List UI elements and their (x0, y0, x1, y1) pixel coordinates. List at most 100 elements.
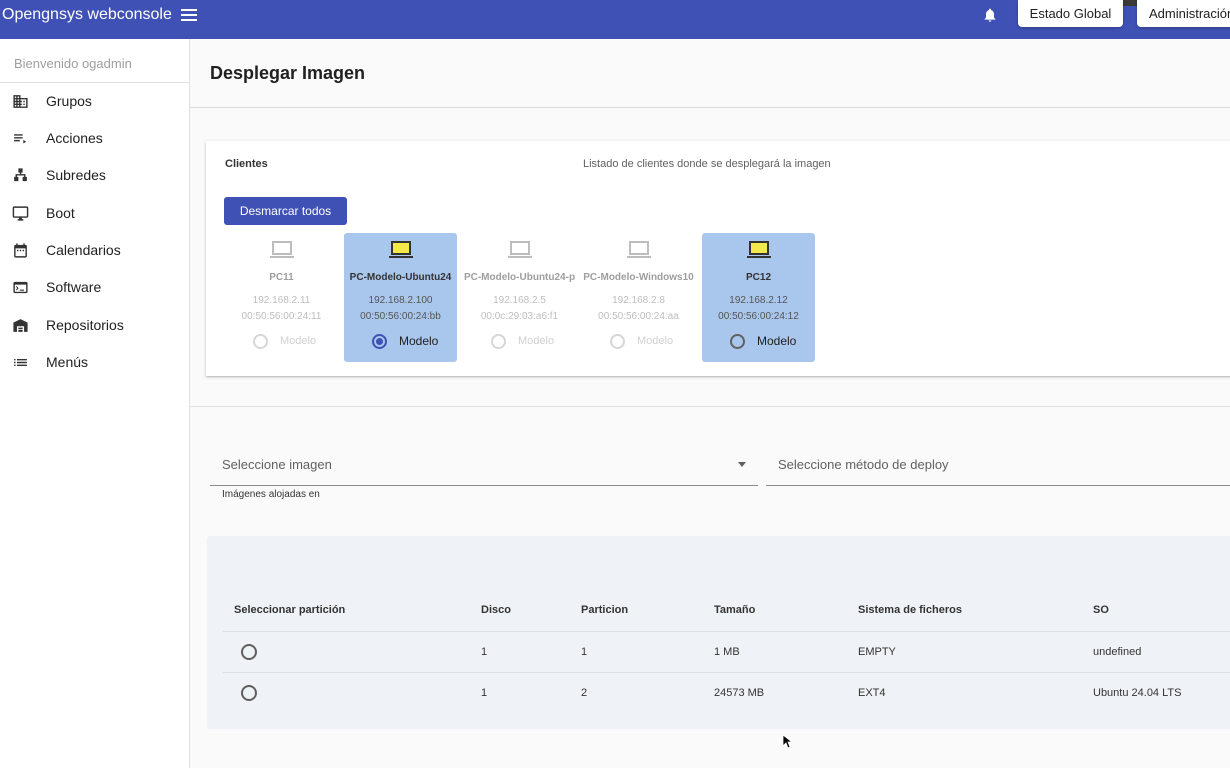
sidebar-item-label: Software (46, 279, 102, 295)
cell-disk: 1 (481, 646, 488, 658)
laptop-icon (270, 241, 294, 258)
divider (223, 631, 1230, 632)
sidebar-item-repositorios[interactable]: Repositorios (0, 310, 189, 340)
client-mac: 00:50:56:00:24:aa (598, 311, 679, 322)
model-radio[interactable] (491, 334, 506, 349)
sidebar-item-label: Repositorios (46, 317, 124, 333)
welcome-text: Bienvenido ogadmin (14, 56, 132, 71)
cell-filesystem: EMPTY (858, 646, 896, 658)
divider (0, 82, 189, 83)
estado-global-button[interactable]: Estado Global (1018, 0, 1123, 27)
client-card-pc-modelo-windows10[interactable]: PC-Modelo-Windows10 192.168.2.8 00:50:56… (582, 233, 695, 362)
partitions-table: Seleccionar partición Disco Particion Ta… (207, 536, 1230, 729)
sidebar-item-label: Calendarios (46, 242, 121, 258)
column-header-filesystem: Sistema de ficheros (858, 604, 962, 616)
client-name: PC-Modelo-Windows10 (583, 272, 694, 283)
client-mac: 00:0c:29:03:a6:f1 (480, 311, 559, 322)
client-name: PC12 (745, 272, 771, 283)
image-select-placeholder: Seleccione imagen (222, 457, 332, 472)
laptop-icon (627, 241, 651, 258)
chevron-down-icon (738, 462, 746, 467)
menu-list-icon (14, 358, 27, 366)
client-card-pc12[interactable]: PC12 192.168.2.12 00:50:56:00:24:12 Mode… (702, 233, 815, 362)
cell-partition: 2 (581, 687, 588, 699)
divider (190, 406, 1230, 407)
client-ip: 192.168.2.100 (368, 295, 433, 306)
notification-bell-icon[interactable] (982, 6, 998, 24)
top-app-bar: Opengnsys webconsole Estado Global Admin… (0, 0, 1230, 39)
model-radio-label: Modelo (280, 335, 317, 347)
column-header-select: Seleccionar partición (234, 604, 346, 616)
cell-filesystem: EXT4 (858, 687, 886, 699)
cell-os: Ubuntu 24.04 LTS (1093, 687, 1182, 699)
model-radio[interactable] (610, 334, 625, 349)
cell-size: 24573 MB (714, 687, 765, 699)
model-radio-label: Modelo (757, 334, 797, 348)
client-ip: 192.168.2.5 (493, 295, 546, 306)
page-title: Desplegar Imagen (210, 63, 366, 83)
hamburger-menu-icon[interactable] (181, 7, 197, 23)
client-ip: 192.168.2.8 (612, 295, 665, 306)
client-ip: 192.168.2.11 (252, 295, 311, 306)
column-header-partition: Particion (581, 604, 629, 616)
sidebar-item-grupos[interactable]: Grupos (0, 86, 189, 116)
terminal-icon (13, 281, 28, 293)
image-hint: Imágenes alojadas en (222, 489, 320, 500)
model-radio-label: Modelo (399, 334, 439, 348)
divider (223, 672, 1230, 673)
sidebar-item-calendarios[interactable]: Calendarios (0, 235, 189, 265)
partition-radio[interactable] (241, 685, 257, 701)
sidebar-item-label: Subredes (46, 167, 106, 183)
sidebar-item-label: Menús (46, 354, 89, 370)
sidebar-item-software[interactable]: Software (0, 272, 189, 302)
client-ip: 192.168.2.12 (729, 295, 788, 306)
cell-disk: 1 (481, 687, 488, 699)
cell-partition: 1 (581, 646, 588, 658)
laptop-icon (508, 241, 532, 258)
model-radio[interactable] (372, 334, 387, 349)
client-mac: 00:50:56:00:24:12 (718, 311, 799, 322)
mouse-cursor-icon (783, 735, 793, 749)
client-card-pc11[interactable]: PC11 192.168.2.11 00:50:56:00:24:11 Mode… (225, 233, 338, 362)
unmark-all-button[interactable]: Desmarcar todos (224, 197, 347, 225)
column-header-os: SO (1093, 604, 1109, 616)
model-radio[interactable] (730, 334, 745, 349)
divider (190, 107, 1230, 108)
sidebar-item-label: Acciones (46, 130, 103, 146)
client-name: PC-Modelo-Ubuntu24-p (463, 272, 576, 283)
sidebar-item-menus[interactable]: Menús (0, 347, 189, 377)
deploy-method-placeholder: Seleccione método de deploy (778, 457, 949, 472)
cell-os: undefined (1093, 646, 1142, 658)
sidebar-item-label: Boot (46, 205, 75, 221)
administracion-button[interactable]: Administración (1137, 0, 1230, 27)
client-name: PC11 (269, 272, 294, 283)
client-card-pc-modelo-ubuntu24-p[interactable]: PC-Modelo-Ubuntu24-p 192.168.2.5 00:0c:2… (463, 233, 576, 362)
network-icon (14, 167, 27, 181)
clients-card: Clientes Listado de clientes donde se de… (206, 141, 1230, 376)
clients-description: Listado de clientes donde se desplegará … (583, 158, 831, 170)
deploy-method-select[interactable]: Seleccione método de deploy (766, 445, 1230, 486)
warehouse-icon (13, 318, 28, 332)
clients-label: Clientes (225, 158, 268, 170)
calendar-icon (14, 242, 27, 258)
client-card-pc-modelo-ubuntu24[interactable]: PC-Modelo-Ubuntu24 192.168.2.100 00:50:5… (344, 233, 457, 362)
partition-radio[interactable] (241, 644, 257, 660)
column-header-size: Tamaño (714, 604, 756, 616)
cell-size: 1 MB (714, 646, 740, 658)
model-radio-label: Modelo (637, 335, 674, 347)
sidebar-item-label: Grupos (46, 93, 92, 109)
buildings-icon (13, 94, 28, 108)
sidebar-item-acciones[interactable]: Acciones (0, 123, 189, 153)
monitor-icon (12, 205, 29, 221)
sidebar: Bienvenido ogadmin Grupos Acciones Subre… (0, 39, 190, 768)
client-name: PC-Modelo-Ubuntu24 (349, 272, 452, 283)
model-radio[interactable] (253, 334, 268, 349)
client-mac: 00:50:56:00:24:11 (241, 311, 322, 322)
laptop-icon (389, 241, 413, 258)
client-mac: 00:50:56:00:24:bb (360, 311, 441, 322)
list-icon (14, 133, 27, 143)
image-select[interactable]: Seleccione imagen (210, 445, 758, 486)
sidebar-item-subredes[interactable]: Subredes (0, 160, 189, 190)
app-title: Opengnsys webconsole (2, 6, 172, 23)
sidebar-item-boot[interactable]: Boot (0, 198, 189, 228)
